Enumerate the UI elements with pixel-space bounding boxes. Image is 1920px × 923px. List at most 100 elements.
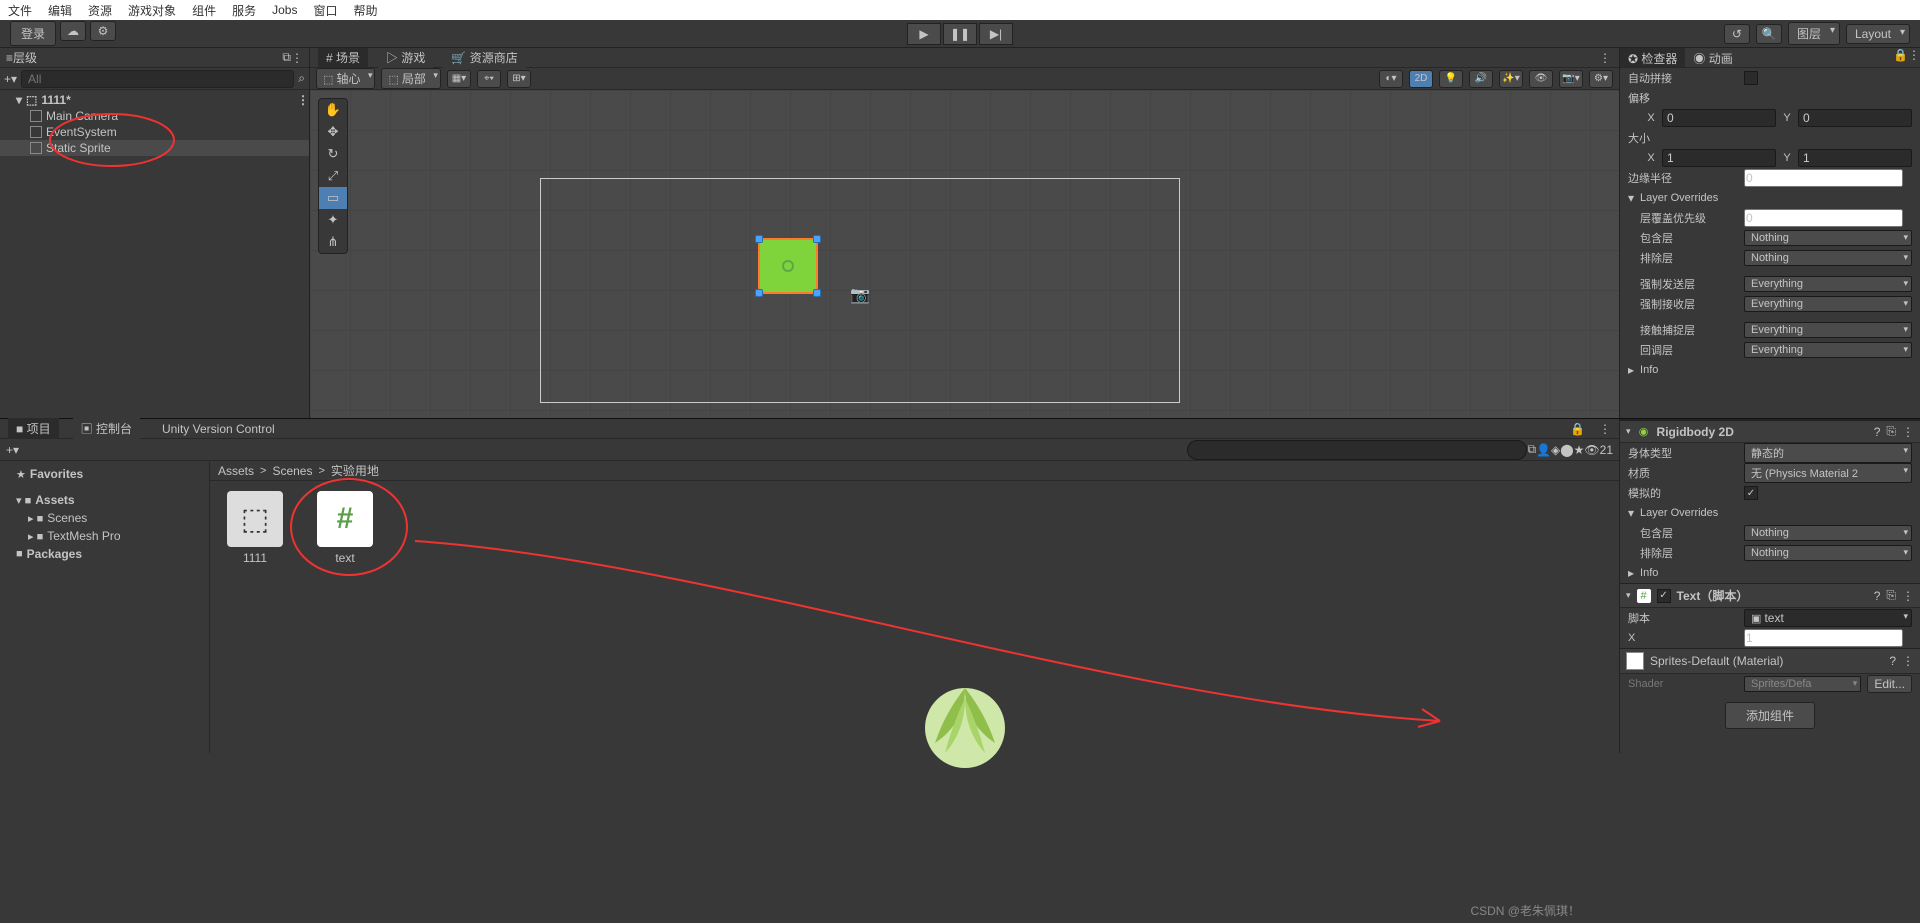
scene-menu-icon[interactable]: ⋮ bbox=[1599, 51, 1611, 65]
packages-folder[interactable]: ■ Packages bbox=[0, 545, 209, 563]
tab-uvc[interactable]: Unity Version Control bbox=[154, 420, 283, 438]
hierarchy-filter-icon[interactable]: ⌕ bbox=[298, 71, 305, 86]
favorites-item[interactable]: ★ Favorites bbox=[0, 465, 209, 483]
edit-shader-button[interactable]: Edit... bbox=[1867, 675, 1912, 693]
search-scope-icon[interactable]: ⧉ bbox=[1527, 442, 1536, 457]
size-y-input[interactable] bbox=[1798, 149, 1912, 167]
hierarchy-search-input[interactable] bbox=[21, 70, 294, 88]
login-button[interactable]: 登录 bbox=[10, 21, 56, 46]
snap-toggle[interactable]: ⌖▾ bbox=[477, 70, 501, 88]
hierarchy-popout-icon[interactable]: ⧉ bbox=[282, 50, 291, 65]
size-x-input[interactable] bbox=[1662, 149, 1776, 167]
hidden-toggle[interactable]: 👁 bbox=[1529, 70, 1553, 88]
local-dropdown[interactable]: ⬚ 局部 bbox=[381, 68, 440, 89]
menu-gameobject[interactable]: 游戏对象 bbox=[128, 2, 176, 19]
scene-root[interactable]: ▾ ⬚ 1111* ⋮ bbox=[0, 92, 309, 108]
resize-handle[interactable] bbox=[813, 235, 821, 243]
preset-icon[interactable]: ⎘ bbox=[1886, 424, 1896, 439]
pivot-dropdown[interactable]: ⬚ 轴心 bbox=[316, 68, 375, 89]
draw-mode-toggle[interactable]: ◐▾ bbox=[1379, 70, 1403, 88]
scenes-folder[interactable]: ▸ ■ Scenes bbox=[0, 509, 209, 527]
hand-tool[interactable]: ✋ bbox=[319, 99, 347, 121]
chevron-right-icon[interactable]: ▸ bbox=[1628, 363, 1634, 377]
force-send-dropdown[interactable]: Everything bbox=[1744, 276, 1912, 292]
asset-script[interactable]: # text bbox=[310, 491, 380, 565]
filter-error-icon[interactable]: ⬤ bbox=[1560, 443, 1573, 457]
grid-toggle[interactable]: ▦▾ bbox=[447, 70, 471, 88]
rect-tool[interactable]: ▭ bbox=[319, 187, 347, 209]
bc-folder[interactable]: 实验用地 bbox=[331, 462, 379, 479]
menu-assets[interactable]: 资源 bbox=[88, 2, 112, 19]
tab-console[interactable]: ▣ 控制台 bbox=[73, 418, 140, 439]
rb-include-dropdown[interactable]: Nothing bbox=[1744, 525, 1912, 541]
material-field[interactable]: 无 (Physics Material 2 bbox=[1744, 463, 1912, 483]
search-icon[interactable]: 🔍 bbox=[1756, 24, 1782, 44]
bc-scenes[interactable]: Scenes bbox=[272, 464, 312, 478]
tab-animation[interactable]: ◉ 动画 bbox=[1685, 48, 1740, 67]
offset-x-input[interactable] bbox=[1662, 109, 1776, 127]
scale-tool[interactable]: ⤢ bbox=[319, 165, 347, 187]
resize-handle[interactable] bbox=[755, 289, 763, 297]
help-icon[interactable]: ? bbox=[1874, 425, 1881, 439]
resize-handle[interactable] bbox=[813, 289, 821, 297]
filter-type-icon[interactable]: 👤 bbox=[1536, 443, 1551, 457]
bc-assets[interactable]: Assets bbox=[218, 464, 254, 478]
2d-toggle[interactable]: 2D bbox=[1409, 70, 1433, 88]
menu-file[interactable]: 文件 bbox=[8, 2, 32, 19]
selected-sprite[interactable] bbox=[758, 238, 818, 294]
callback-layer-dropdown[interactable]: Everything bbox=[1744, 342, 1912, 358]
body-type-dropdown[interactable]: 静态的 bbox=[1744, 443, 1912, 463]
custom-tool[interactable]: ⋔ bbox=[319, 231, 347, 253]
add-component-button[interactable]: 添加组件 bbox=[1725, 702, 1815, 729]
tab-scene[interactable]: # 场景 bbox=[318, 47, 368, 68]
simulated-checkbox[interactable]: ✓ bbox=[1744, 486, 1758, 500]
hierarchy-item-camera[interactable]: Main Camera bbox=[0, 108, 309, 124]
component-menu-icon[interactable]: ⋮ bbox=[1902, 654, 1914, 668]
exclude-layer-dropdown[interactable]: Nothing bbox=[1744, 250, 1912, 266]
asset-scene[interactable]: ⬚ 1111 bbox=[220, 491, 290, 565]
transform-tool[interactable]: ✦ bbox=[319, 209, 347, 231]
project-search-input[interactable] bbox=[1187, 440, 1527, 460]
play-button[interactable]: ▶ bbox=[907, 23, 941, 45]
rotate-tool[interactable]: ↻ bbox=[319, 143, 347, 165]
edge-radius-input[interactable] bbox=[1744, 169, 1903, 187]
camera-toggle[interactable]: 📷▾ bbox=[1559, 70, 1583, 88]
tab-game[interactable]: ▷ 游戏 bbox=[378, 47, 433, 68]
autotile-checkbox[interactable] bbox=[1744, 71, 1758, 85]
inspector-lock-icon[interactable]: 🔒 bbox=[1893, 48, 1908, 67]
project-lock-icon[interactable]: 🔒 bbox=[1570, 422, 1585, 436]
script-enabled-checkbox[interactable]: ✓ bbox=[1657, 589, 1671, 603]
tab-inspector[interactable]: ✪ 检查器 bbox=[1620, 48, 1685, 67]
fx-toggle[interactable]: ✨▾ bbox=[1499, 70, 1523, 88]
move-tool[interactable]: ✥ bbox=[319, 121, 347, 143]
component-menu-icon[interactable]: ⋮ bbox=[1902, 425, 1914, 439]
audio-toggle[interactable]: 🔊 bbox=[1469, 70, 1493, 88]
menu-component[interactable]: 组件 bbox=[192, 2, 216, 19]
scene-menu-icon[interactable]: ⋮ bbox=[297, 93, 309, 107]
project-add-icon[interactable]: +▾ bbox=[6, 443, 19, 457]
layer-priority-input[interactable] bbox=[1744, 209, 1903, 227]
undo-history-icon[interactable]: ↺ bbox=[1724, 24, 1750, 44]
filter-label-icon[interactable]: ◈ bbox=[1551, 443, 1560, 457]
preset-icon[interactable]: ⎘ bbox=[1886, 588, 1896, 603]
hierarchy-item-eventsystem[interactable]: EventSystem bbox=[0, 124, 309, 140]
rigidbody2d-header[interactable]: ▾◉ Rigidbody 2D ?⎘⋮ bbox=[1620, 420, 1920, 443]
assets-folder[interactable]: ▾ ■ Assets bbox=[0, 491, 209, 509]
hierarchy-item-staticsprite[interactable]: Static Sprite bbox=[0, 140, 309, 156]
tmp-folder[interactable]: ▸ ■ TextMesh Pro bbox=[0, 527, 209, 545]
step-button[interactable]: ▶| bbox=[979, 23, 1013, 45]
rb-exclude-dropdown[interactable]: Nothing bbox=[1744, 545, 1912, 561]
increment-toggle[interactable]: ⊞▾ bbox=[507, 70, 531, 88]
pause-button[interactable]: ❚❚ bbox=[943, 23, 977, 45]
script-x-input[interactable] bbox=[1744, 629, 1903, 647]
hierarchy-add-icon[interactable]: +▾ bbox=[4, 72, 17, 86]
help-icon[interactable]: ? bbox=[1889, 654, 1896, 668]
shader-dropdown[interactable]: Sprites/Defa bbox=[1744, 676, 1861, 692]
tab-asset-store[interactable]: 🛒 资源商店 bbox=[443, 47, 525, 68]
help-icon[interactable]: ? bbox=[1874, 589, 1881, 603]
material-header[interactable]: Sprites-Default (Material) ?⋮ bbox=[1620, 648, 1920, 674]
lighting-toggle[interactable]: 💡 bbox=[1439, 70, 1463, 88]
project-menu-icon[interactable]: ⋮ bbox=[1599, 422, 1611, 436]
gear-icon[interactable]: ⚙ bbox=[90, 21, 116, 41]
offset-y-input[interactable] bbox=[1798, 109, 1912, 127]
